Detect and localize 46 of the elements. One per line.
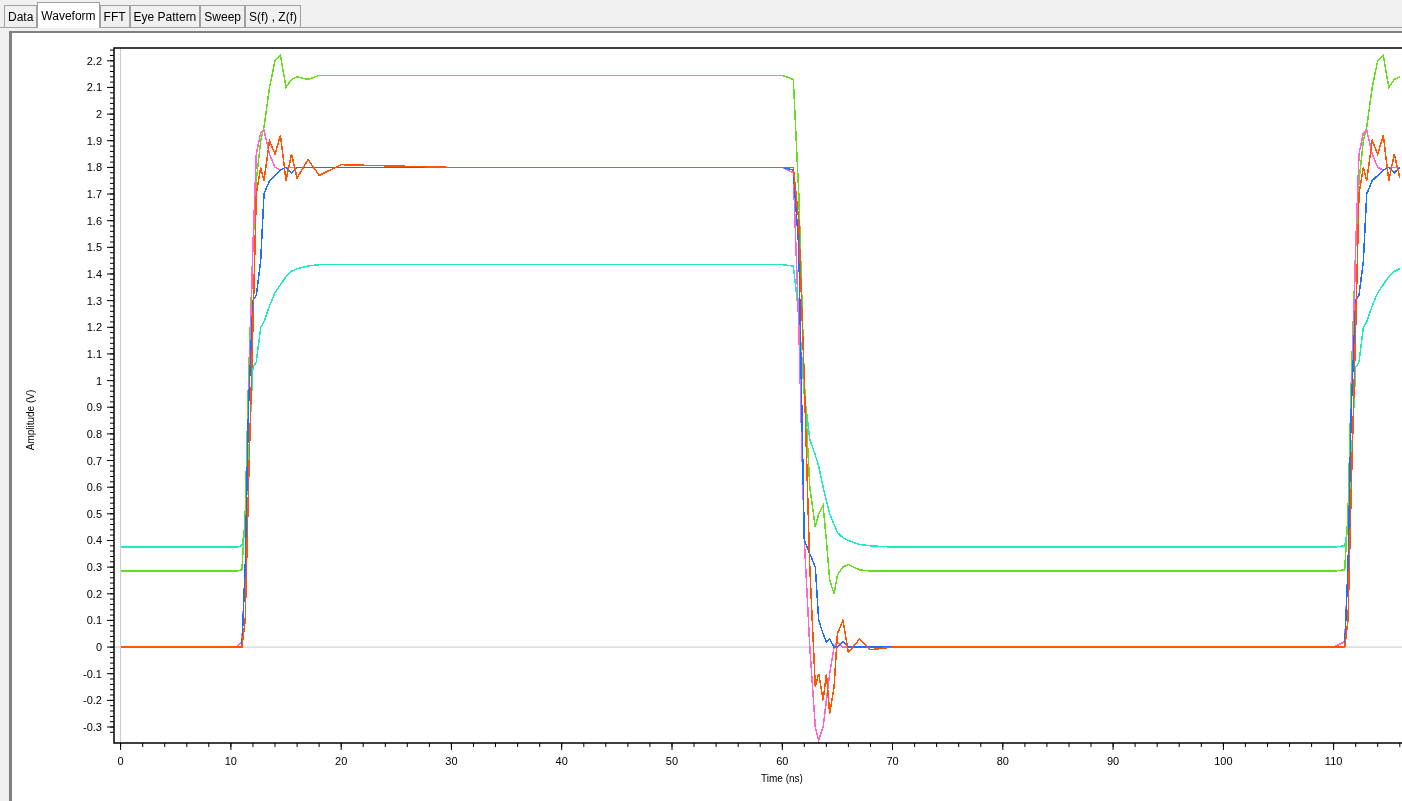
x-tick-label: 10: [224, 755, 237, 767]
y-tick-label: 0.3: [86, 561, 102, 574]
x-tick-label: 80: [996, 755, 1009, 767]
x-tick-label: 50: [665, 755, 679, 767]
x-tick-label: 70: [886, 755, 899, 767]
tab[interactable]: Waveform: [37, 2, 100, 28]
tab[interactable]: FFT: [99, 5, 130, 27]
y-tick-label: 0.1: [86, 614, 102, 627]
y-tick-label: 0.2: [86, 587, 102, 600]
x-tick-label: 0: [117, 755, 124, 767]
y-tick-label: 2.1: [86, 81, 102, 94]
y-tick-label: 0.8: [86, 427, 102, 440]
y-tick-label: 2.2: [86, 54, 102, 67]
x-tick-label: 60: [776, 755, 789, 767]
x-tick-label: 100: [1214, 755, 1233, 767]
tab[interactable]: S(f) , Z(f): [245, 5, 301, 27]
y-tick-label: 1.6: [86, 214, 102, 227]
tab[interactable]: Sweep: [200, 5, 245, 27]
y-tick-label: 0.6: [86, 481, 102, 494]
y-tick-label: 2: [95, 108, 102, 121]
x-tick-label: 40: [555, 755, 568, 767]
y-tick-label: -0.2: [83, 694, 102, 707]
x-tick-label: 110: [1324, 755, 1343, 767]
y-tick-label: 0.4: [86, 534, 102, 547]
x-tick-label: 30: [445, 755, 458, 767]
y-tick-label: 0.9: [86, 401, 102, 414]
y-tick-label: 1.3: [86, 294, 102, 307]
x-tick-label: 90: [1106, 755, 1120, 767]
x-axis-title: Time (ns): [761, 773, 803, 784]
y-tick-label: 1.2: [86, 321, 102, 334]
y-tick-label: 1.5: [86, 241, 102, 254]
y-tick-label: 1.8: [86, 161, 102, 174]
y-tick-label: 0.5: [86, 507, 102, 520]
y-tick-label: -0.3: [83, 721, 102, 733]
tab[interactable]: Eye Pattern: [129, 5, 201, 27]
y-tick-label: 1: [95, 374, 102, 387]
y-tick-label: 1.1: [86, 347, 102, 360]
y-axis-title: Amplitude (V): [25, 389, 36, 451]
y-tick-label: 1.7: [86, 188, 102, 201]
tab[interactable]: Data: [4, 5, 38, 27]
y-tick-label: 0.7: [86, 454, 102, 467]
x-tick-label: 20: [335, 755, 348, 767]
y-tick-label: 0: [95, 641, 102, 654]
y-tick-label: 1.4: [86, 268, 102, 280]
y-tick-label: -0.1: [83, 667, 102, 680]
y-tick-label: 1.9: [86, 134, 102, 147]
